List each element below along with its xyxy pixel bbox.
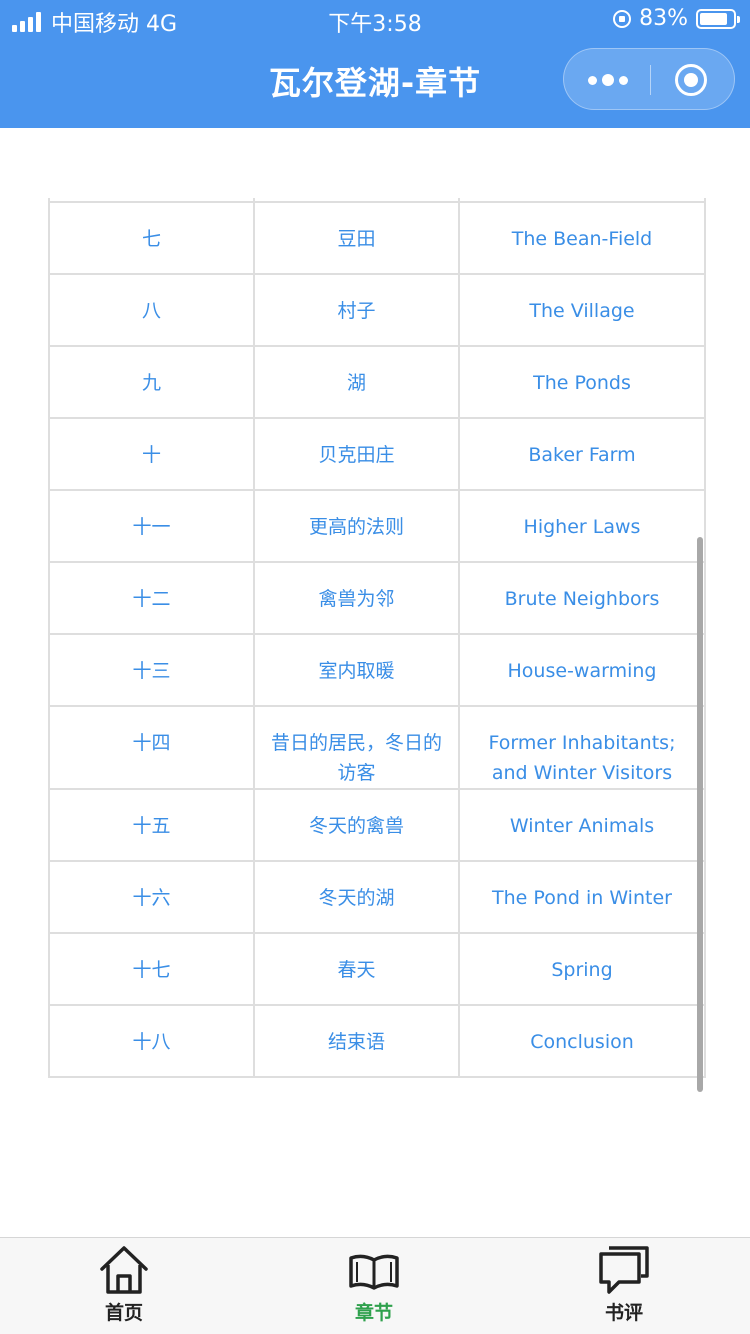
tab-label: 首页: [104, 1302, 143, 1324]
chapter-cn-cell[interactable]: 结束语: [253, 1004, 460, 1078]
table-row[interactable]: 十贝克田庄 Baker Farm: [48, 417, 706, 491]
chapter-cn-cell[interactable]: 禽兽为邻: [253, 561, 460, 635]
chapter-num-cell[interactable]: 十二: [48, 561, 255, 635]
chapter-en-cell[interactable]: The Village: [458, 273, 706, 347]
table-row[interactable]: 十五 冬天的禽兽 Winter Animals: [48, 788, 706, 862]
scrollbar[interactable]: [697, 537, 703, 1092]
tab-label: 章节: [354, 1302, 393, 1324]
chapter-table: 七豆田 The Bean-Field 八村子 The Village 九湖 The Pon…: [48, 198, 706, 1078]
chapter-en-cell[interactable]: House-warming: [458, 633, 706, 707]
chapter-en-cell[interactable]: Winter Animals: [458, 788, 706, 862]
chapter-en-cell[interactable]: Brute Neighbors: [458, 561, 706, 635]
table-row[interactable]: 十七 春天 Spring: [48, 932, 706, 1006]
status-right: 83%: [613, 6, 740, 31]
chapter-num-cell[interactable]: 十八: [48, 1004, 255, 1078]
tab-home[interactable]: 首页: [64, 1244, 184, 1325]
chapter-en-cell[interactable]: Former Inhabitants; and Winter Visitors: [458, 705, 706, 790]
table-row[interactable]: 十三 室内取暖 House-warming: [48, 633, 706, 707]
chapter-num-cell[interactable]: 十三: [48, 633, 255, 707]
table-row[interactable]: 九湖 The Ponds: [48, 345, 706, 419]
chapter-cn-cell[interactable]: 豆田: [253, 201, 460, 275]
table-row[interactable]: 十八 结束语 Conclusion: [48, 1004, 706, 1078]
chapter-cn-cell[interactable]: 村子: [253, 273, 460, 347]
chapter-num-cell[interactable]: 十六: [48, 860, 255, 934]
chapter-num-cell[interactable]: 九: [48, 345, 255, 419]
chapter-cn-cell[interactable]: 春天: [253, 932, 460, 1006]
chapter-cn-cell[interactable]: 贝克田庄: [253, 417, 460, 491]
table-row[interactable]: 八村子 The Village: [48, 273, 706, 347]
battery-icon: [696, 8, 740, 29]
table-row[interactable]: 十六 冬天的湖 The Pond in Winter: [48, 860, 706, 934]
tab-bar: 首页 章节 书评: [0, 1237, 750, 1334]
tab-reviews[interactable]: 书评: [564, 1244, 684, 1325]
chapter-en-cell[interactable]: Spring: [458, 932, 706, 1006]
battery-percent: 83%: [639, 6, 688, 31]
chapter-en-cell[interactable]: Baker Farm: [458, 417, 706, 491]
table-row[interactable]: 七豆田 The Bean-Field: [48, 201, 706, 275]
tab-chapters[interactable]: 章节: [314, 1244, 434, 1325]
header-bar: 中国移动 4G 下午3:58 83% 瓦尔登湖-章节: [0, 0, 750, 128]
chapter-en-cell[interactable]: Higher Laws: [458, 489, 706, 563]
table-row[interactable]: 十二 禽兽为邻 Brute Neighbors: [48, 561, 706, 635]
status-bar: 中国移动 4G 下午3:58 83%: [0, 0, 750, 40]
table-row[interactable]: 十四 昔日的居民，冬日的访客 Former Inhabitants; and Win…: [48, 705, 706, 790]
battery-fill: [700, 12, 727, 25]
chapter-cn-cell[interactable]: 昔日的居民，冬日的访客: [253, 705, 460, 790]
chapter-cn-cell[interactable]: 冬天的湖: [253, 860, 460, 934]
chapter-num-cell[interactable]: 八: [48, 273, 255, 347]
miniprogram-capsule: [563, 48, 735, 110]
chapter-en-cell[interactable]: The Pond in Winter: [458, 860, 706, 934]
book-icon: [349, 1254, 399, 1290]
chapter-cn-cell[interactable]: 冬天的禽兽: [253, 788, 460, 862]
chapter-en-cell[interactable]: The Bean-Field: [458, 201, 706, 275]
chapter-en-cell[interactable]: The Ponds: [458, 345, 706, 419]
chapter-cn-cell[interactable]: 室内取暖: [253, 633, 460, 707]
rotation-lock-icon: [613, 9, 632, 28]
chapter-num-cell[interactable]: 七: [48, 201, 255, 275]
chapter-num-cell[interactable]: 十七: [48, 932, 255, 1006]
chapter-en-cell[interactable]: Conclusion: [458, 1004, 706, 1078]
capsule-divider: [650, 65, 651, 95]
chapter-num-cell[interactable]: 十一: [48, 489, 255, 563]
home-icon: [100, 1246, 148, 1294]
chapter-num-cell[interactable]: 十四: [48, 705, 255, 790]
table-row[interactable]: 十一 更高的法则 Higher Laws: [48, 489, 706, 563]
tab-label: 书评: [604, 1302, 643, 1324]
more-icon[interactable]: [586, 73, 630, 87]
chapter-num-cell[interactable]: 十五: [48, 788, 255, 862]
comment-icon: [599, 1246, 649, 1294]
chapter-num-cell[interactable]: 十: [48, 417, 255, 491]
close-miniprogram-icon[interactable]: [675, 64, 707, 96]
chapter-cn-cell[interactable]: 更高的法则: [253, 489, 460, 563]
chapter-cn-cell[interactable]: 湖: [253, 345, 460, 419]
